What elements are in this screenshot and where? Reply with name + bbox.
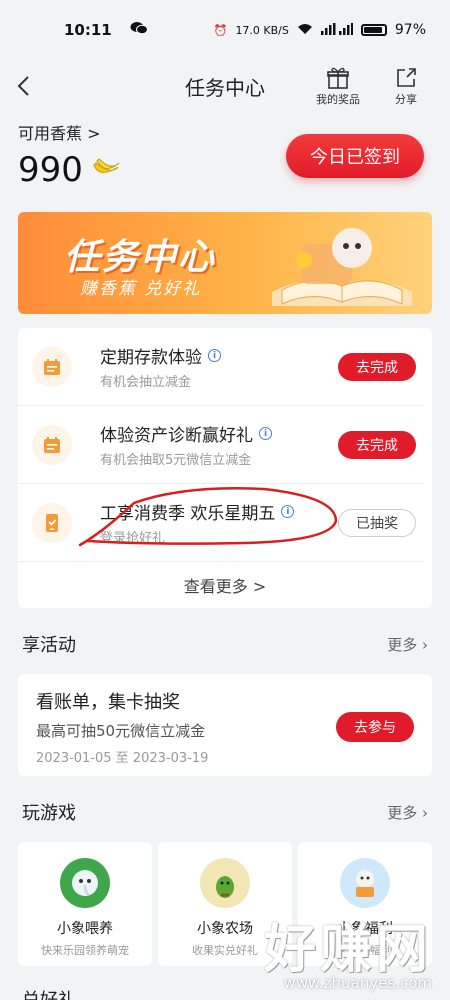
info-icon[interactable]: i [281, 505, 295, 518]
mascot-book-illustration [272, 228, 412, 306]
gift-icon [326, 65, 350, 91]
banana-icon [91, 150, 121, 190]
banner-subtitle: 赚香蕉 兑好礼 [80, 279, 202, 299]
join-activity-button[interactable]: 去参与 [336, 712, 414, 742]
calendar-icon [32, 424, 72, 465]
task-center-banner[interactable]: 任务中心 赚香蕉 兑好礼 [18, 212, 432, 314]
activity-card[interactable]: 看账单，集卡抽奖 最高可抽50元微信立减金 2023-01-05 至 2023-… [18, 674, 432, 776]
activity-dates: 2023-01-05 至 2023-03-19 [36, 751, 209, 766]
wifi-icon [297, 23, 313, 38]
elephant-feed-icon [60, 858, 110, 908]
network-speed: 17.0 KB/S [235, 23, 289, 37]
welfare-icon [340, 858, 390, 908]
task-done-button[interactable]: 已抽奖 [338, 508, 416, 537]
watermark-url: www.zhuanyes.com [283, 974, 432, 992]
activities-title: 享活动 [22, 635, 76, 656]
chevron-left-icon [17, 76, 29, 96]
game-name: 小象农场 [197, 921, 253, 937]
games-title: 玩游戏 [22, 803, 76, 824]
alarm-icon: ⏰ [213, 23, 228, 37]
farm-icon [200, 858, 250, 908]
signed-in-button[interactable]: 今日已签到 [286, 134, 424, 178]
back-button[interactable] [16, 66, 56, 106]
task-complete-button[interactable]: 去完成 [338, 352, 416, 381]
game-name: 小象喂养 [57, 921, 113, 937]
task-item[interactable]: 体验资产诊断赢好礼 i 有机会抽取5元微信立减金 去完成 [18, 406, 424, 484]
task-list-card: 定期存款体验 i 有机会抽立减金 去完成 体验资产诊断赢好礼 i 有机会抽取5元微信… [18, 328, 432, 608]
task-item[interactable]: 工享消费季 欢乐星期五 i 登录抢好礼 已抽奖 [18, 484, 424, 562]
points-section: 可用香蕉 > 990 今日已签到 [0, 112, 450, 212]
info-icon[interactable]: i [259, 427, 272, 440]
share-icon [395, 65, 417, 91]
task-name: 工享消费季 欢乐星期五 [100, 504, 276, 524]
task-name: 体验资产诊断赢好礼 [100, 426, 253, 446]
view-more-tasks-link[interactable]: 查看更多 > [18, 562, 432, 608]
activities-more-link[interactable]: 更多 › [387, 634, 428, 655]
share-label: 分享 [395, 93, 417, 106]
site-watermark: 好赚网 www.zhuanyes.com [264, 907, 432, 992]
game-desc: 收果实兑好礼 [192, 944, 258, 957]
task-desc: 有机会抽立减金 [100, 375, 192, 390]
task-name: 定期存款体验 [100, 348, 202, 368]
my-prizes-button[interactable]: 我的奖品 [310, 65, 366, 107]
signal-icon [320, 22, 353, 38]
games-header: 玩游戏 更多 › [0, 782, 450, 842]
game-desc: 快来乐园领养萌宠 [41, 944, 129, 957]
status-icons: ⏰ 17.0 KB/S 97% [214, 22, 426, 38]
top-nav: 任务中心 我的奖品 分享 [0, 60, 450, 112]
info-icon[interactable]: i [208, 349, 221, 362]
activity-title: 看账单，集卡抽奖 [36, 692, 180, 713]
task-desc: 登录抢好礼 [100, 531, 166, 546]
activities-header: 享活动 更多 › [0, 614, 450, 674]
task-desc: 有机会抽取5元微信立减金 [100, 453, 252, 468]
banner-title: 任务中心 [64, 237, 217, 278]
game-card[interactable]: 小象喂养 快来乐园领养萌宠 [18, 842, 152, 966]
my-prizes-label: 我的奖品 [316, 93, 360, 106]
task-item[interactable]: 定期存款体验 i 有机会抽立减金 去完成 [18, 328, 424, 406]
calendar-icon [32, 346, 72, 387]
games-more-link[interactable]: 更多 › [387, 802, 428, 823]
status-time: 10:11 [64, 21, 112, 39]
battery-icon [360, 24, 387, 36]
status-bar: 10:11 ⏰ 17.0 KB/S 97% [0, 0, 450, 60]
wechat-icon [130, 21, 148, 39]
battery-level: 97% [394, 22, 426, 38]
phone-icon [32, 502, 72, 543]
share-button[interactable]: 分享 [378, 65, 434, 107]
watermark-text: 好赚网 [263, 920, 432, 980]
task-complete-button[interactable]: 去完成 [338, 430, 416, 459]
points-value: 990 [18, 150, 83, 190]
